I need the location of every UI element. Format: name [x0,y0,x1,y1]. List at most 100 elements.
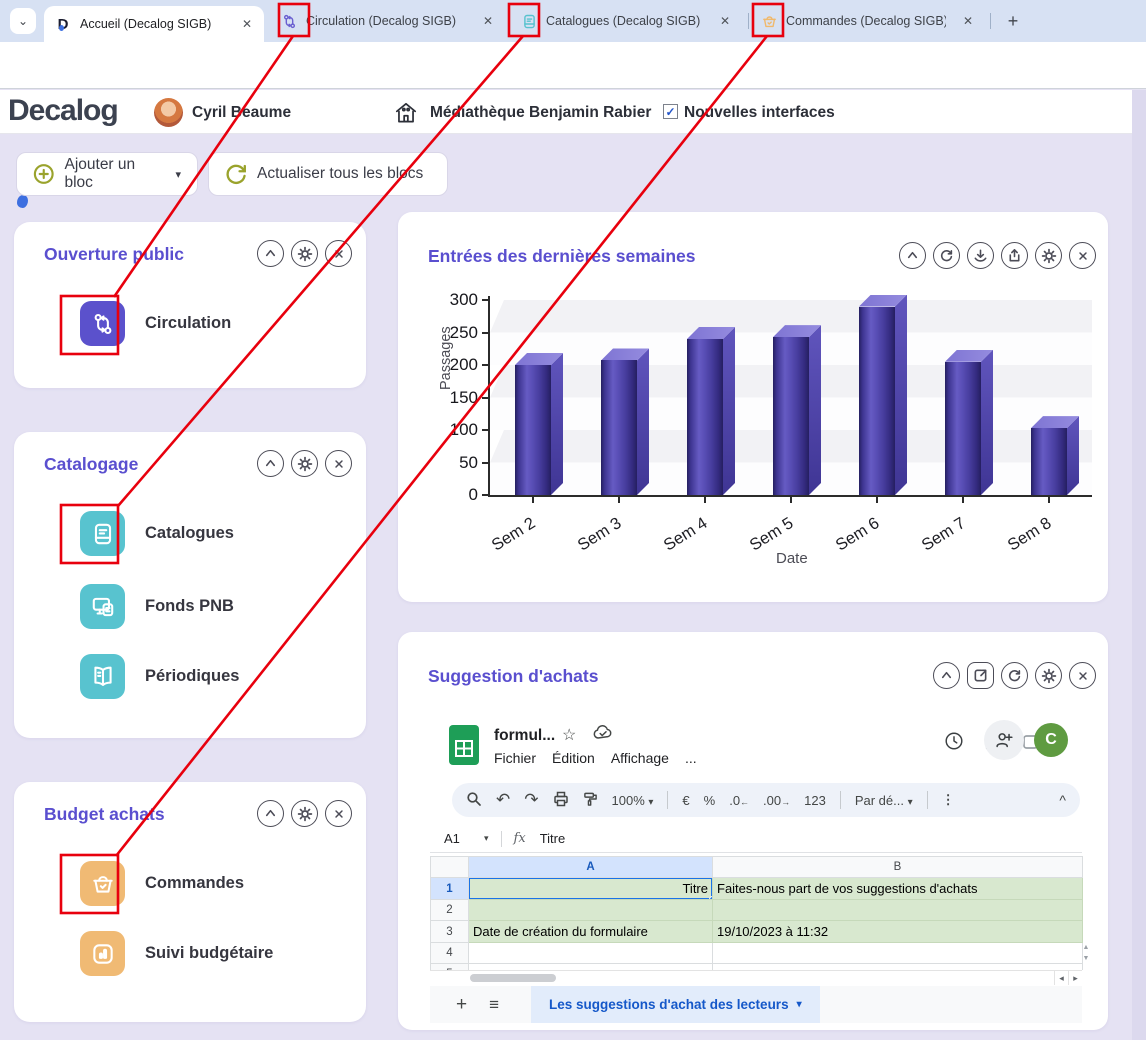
doc-title[interactable]: formul... [494,727,555,745]
collapse-button[interactable] [257,240,284,267]
row-header[interactable]: 1 [431,878,469,900]
sheet-grid[interactable]: A B 1 Titre Faites-nous part de vos sugg… [430,856,1090,970]
tab-commandes[interactable]: Commandes (Decalog SIGB) ✕ [750,0,985,42]
item-label: Fonds PNB [145,597,234,616]
cell-a1[interactable]: Titre [469,878,713,900]
settings-button[interactable] [291,800,318,827]
collapse-button[interactable] [257,450,284,477]
fill-handle[interactable] [709,896,713,900]
settings-button[interactable] [1035,662,1062,689]
close-icon[interactable]: ✕ [238,15,256,33]
bar-Sem 3 [601,348,649,495]
row-header[interactable]: 2 [431,900,469,921]
collapse-button[interactable] [257,800,284,827]
cell-a3[interactable]: Date de création du formulaire [469,921,713,943]
share-icon[interactable] [1001,242,1028,269]
grid-vscroll[interactable]: ▲▼ [1082,944,1090,970]
page-scrollbar[interactable] [1132,90,1146,1040]
close-icon[interactable]: ✕ [959,12,977,30]
add-sheet-icon[interactable]: + [456,994,467,1016]
cell-a4[interactable] [469,943,713,964]
tab-search-button[interactable]: ⌄ [10,8,36,34]
close-icon[interactable]: ✕ [479,12,497,30]
increase-decimal-button[interactable]: .00→ [763,793,790,808]
menu-fichier[interactable]: Fichier [494,750,536,766]
tab-catalogues[interactable]: Catalogues (Decalog SIGB) ✕ [510,0,742,42]
percent-format-button[interactable]: % [704,793,716,808]
bar-Sem 2 [515,353,563,495]
search-icon[interactable] [466,791,482,810]
account-avatar[interactable]: C [1034,723,1068,757]
x-tick-label: Sem 3 [559,514,625,565]
redo-icon[interactable]: ↷ [524,790,538,810]
print-icon[interactable] [553,791,569,810]
settings-button[interactable] [291,450,318,477]
hscroll-left-arrow[interactable]: ◂ [1054,971,1068,985]
new-interfaces-checkbox[interactable]: ✓ [663,104,678,119]
paint-format-icon[interactable] [583,791,598,810]
settings-button[interactable] [1035,242,1062,269]
hscroll-thumb[interactable] [470,974,556,982]
cell-b2[interactable] [713,900,1083,921]
menu-affichage[interactable]: Affichage [611,750,669,766]
close-button[interactable] [325,240,352,267]
collapse-button[interactable] [899,242,926,269]
currency-format-button[interactable]: € [682,793,689,808]
close-button[interactable] [1069,242,1096,269]
menu-edition[interactable]: Édition [552,750,595,766]
version-history-icon[interactable] [943,730,965,757]
font-select[interactable]: Par dé... ▾ [855,793,913,808]
sheet-tab-caret-icon[interactable]: ▾ [797,999,802,1010]
download-icon[interactable] [967,242,994,269]
refresh-all-button[interactable]: Actualiser tous les blocs [208,152,448,196]
close-button[interactable] [1069,662,1096,689]
refresh-button[interactable] [1001,662,1028,689]
hscroll-right-arrow[interactable]: ▸ [1068,971,1082,985]
close-icon[interactable]: ✕ [716,12,734,30]
col-header-a[interactable]: A [469,857,713,878]
user-avatar[interactable] [154,98,183,127]
name-box-caret-icon[interactable]: ▾ [484,833,489,844]
sidebar-item-periodiques[interactable]: Périodiques [80,654,239,699]
corner-cell[interactable] [431,857,469,878]
refresh-button[interactable] [933,242,960,269]
star-icon[interactable]: ☆ [562,725,576,745]
row-header[interactable]: 4 [431,943,469,964]
close-button[interactable] [325,450,352,477]
tab-circulation[interactable]: Circulation (Decalog SIGB) ✕ [270,0,505,42]
cell-b3[interactable]: 19/10/2023 à 11:32 [713,921,1083,943]
close-button[interactable] [325,800,352,827]
name-box[interactable]: A1 [444,831,484,846]
share-button[interactable] [984,720,1024,760]
sidebar-item-fonds-pnb[interactable]: Fonds PNB [80,584,234,629]
row-header[interactable]: 3 [431,921,469,943]
settings-button[interactable] [291,240,318,267]
user-name[interactable]: Cyril Beaume [192,104,291,122]
sidebar-item-commandes[interactable]: Commandes [80,861,244,906]
new-tab-button[interactable]: + [1000,8,1026,34]
zoom-select[interactable]: 100% ▾ [612,793,654,808]
decrease-decimal-button[interactable]: .0← [729,793,749,808]
open-external-icon[interactable] [967,662,994,689]
sidebar-item-circulation[interactable]: Circulation [80,301,231,346]
number-format-button[interactable]: 123 [804,793,826,808]
cell-b4[interactable] [713,943,1083,964]
sidebar-item-suivi-budgetaire[interactable]: Suivi budgétaire [80,931,273,976]
active-sheet-tab[interactable]: Les suggestions d'achat des lecteurs ▾ [531,986,820,1023]
collapse-toolbar-icon[interactable]: ^ [1059,792,1066,808]
library-name[interactable]: Médiathèque Benjamin Rabier [430,104,651,122]
tab-accueil[interactable]: D Accueil (Decalog SIGB) ✕ [44,6,264,42]
col-header-b[interactable]: B [713,857,1083,878]
cell-b1[interactable]: Faites-nous part de vos suggestions d'ac… [713,878,1083,900]
tab-title: Circulation (Decalog SIGB) [306,14,456,28]
add-block-button[interactable]: Ajouter un bloc ▾ [16,152,198,196]
all-sheets-icon[interactable]: ≡ [489,995,499,1015]
cell-a2[interactable] [469,900,713,921]
collapse-button[interactable] [933,662,960,689]
formula-input[interactable]: Titre [540,831,566,846]
grid-hscrollbar[interactable]: ◂ ▸ [430,970,1082,985]
more-options-icon[interactable]: ⋮ [942,792,955,808]
undo-icon[interactable]: ↶ [496,790,510,810]
sidebar-item-catalogues[interactable]: Catalogues [80,511,234,556]
menu-more[interactable]: ... [685,750,697,766]
